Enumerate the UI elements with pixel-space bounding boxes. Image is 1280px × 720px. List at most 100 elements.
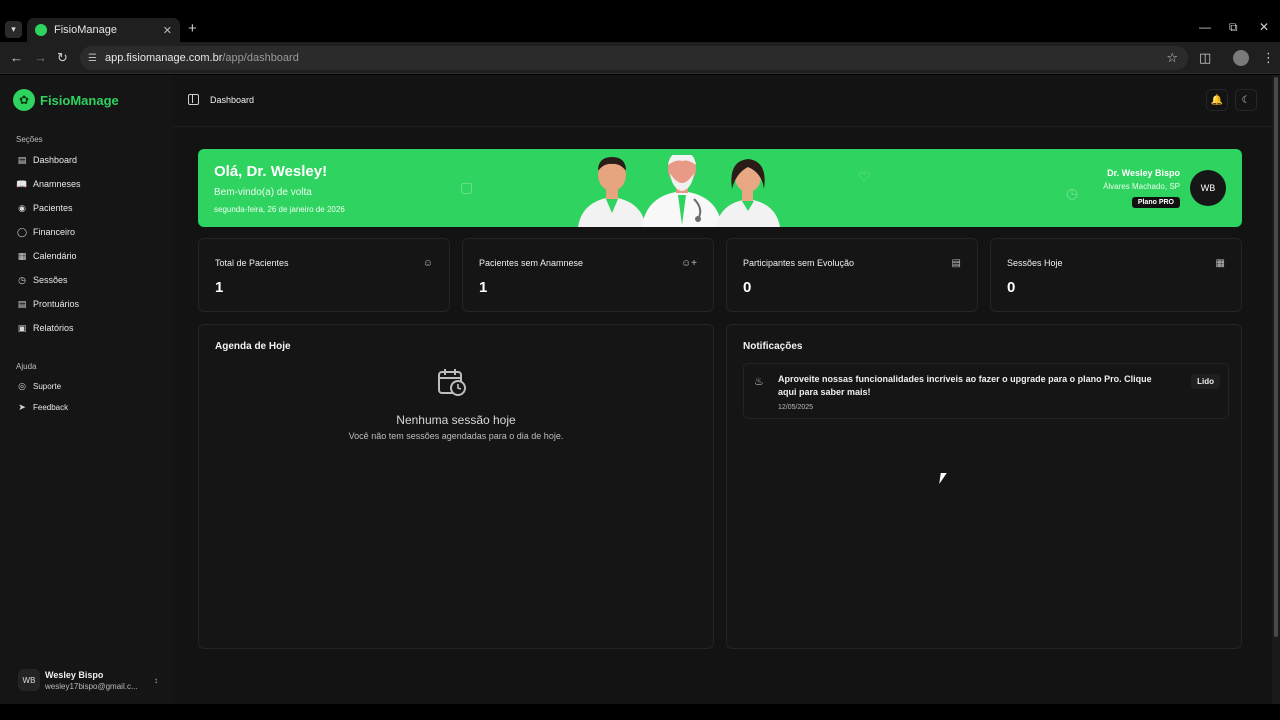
- profile-avatar[interactable]: [1233, 50, 1249, 66]
- welcome-text: Bem-vindo(a) de volta: [214, 187, 312, 198]
- dashboard-icon: ▤: [17, 154, 27, 165]
- welcome-banner: ▢ ♡ ◷ Olá, Dr. Wesley! Bem-vindo(a) de v…: [198, 149, 1242, 227]
- doctor-location: Álvares Machado, SP: [1103, 182, 1180, 191]
- stat-card-sem-anamnese: Pacientes sem Anamnese ☺+ 1: [462, 238, 714, 312]
- site-info-icon[interactable]: ☰: [88, 53, 97, 64]
- bell-icon: ♨: [754, 376, 764, 388]
- notifications-bell-button[interactable]: 🔔: [1206, 89, 1228, 111]
- document-icon: ▤: [17, 298, 27, 309]
- money-icon: ◯: [16, 226, 28, 237]
- tab-search-button[interactable]: ▾: [5, 21, 22, 38]
- sidebar-item-pacientes[interactable]: ◉ Pacientes: [16, 200, 72, 216]
- stat-card-total-pacientes: Total de Pacientes ☺ 1: [198, 238, 450, 312]
- back-icon[interactable]: ←: [10, 50, 23, 65]
- bookmark-star-icon[interactable]: ☆: [1166, 50, 1178, 66]
- user-info: Wesley Bispo wesley17bispo@gmail.c...: [45, 670, 154, 691]
- url-host: app.fisiomanage.com.br: [104, 52, 223, 64]
- page-scrollbar[interactable]: [1272, 75, 1280, 704]
- agenda-panel: Agenda de Hoje Nenhuma sessão hoje Você …: [198, 324, 714, 649]
- maximize-icon[interactable]: ⧉: [1229, 20, 1238, 35]
- plan-badge: Plano PRO: [1131, 197, 1180, 208]
- theme-toggle-button[interactable]: ☾: [1235, 89, 1257, 111]
- sidebar-item-label: Suporte: [33, 381, 62, 391]
- browser-toolbar: ← → ↻ ☰ app.fisiomanage.com.br/app/dashb…: [0, 42, 1280, 74]
- sidebar-item-calendario[interactable]: ▦ Calendário: [16, 248, 77, 264]
- calendar-clock-icon: ◷: [18, 274, 26, 285]
- send-icon: ➤: [18, 401, 26, 412]
- sidebar-item-prontuarios[interactable]: ▤ Prontuários: [16, 296, 79, 312]
- decor-icon: ▢: [460, 179, 474, 195]
- bottom-strip: [0, 704, 1280, 720]
- sidebar-item-label: Calendário: [33, 251, 77, 261]
- scrollbar-thumb[interactable]: [1274, 77, 1278, 637]
- notification-message[interactable]: Aproveite nossas funcionalidades incríve…: [778, 373, 1158, 399]
- decor-bell-icon: ♡: [858, 169, 871, 185]
- doctors-illustration: [578, 155, 780, 227]
- stat-label: Pacientes sem Anamnese: [479, 258, 584, 268]
- chevron-up-down-icon: ↕: [154, 675, 158, 685]
- user-plus-icon: ☺+: [680, 258, 697, 269]
- book-icon: 📖: [16, 178, 28, 189]
- stat-card-sem-evolucao: Participantes sem Evolução ▤ 0: [726, 238, 978, 312]
- close-window-icon[interactable]: ✕: [1259, 20, 1269, 34]
- stat-card-sessoes-hoje: Sessões Hoje ▦ 0: [990, 238, 1242, 312]
- sidebar-item-anamneses[interactable]: 📖 Anamneses: [16, 176, 81, 192]
- sidebar-toggle-icon[interactable]: [188, 94, 199, 105]
- favicon-icon: [35, 24, 47, 36]
- notifications-title: Notificações: [743, 341, 803, 352]
- logo-icon: ✿: [13, 89, 35, 111]
- stat-label: Sessões Hoje: [1007, 258, 1063, 268]
- extensions-icon[interactable]: ◫: [1199, 50, 1211, 66]
- sidebar-item-label: Relatórios: [33, 323, 74, 333]
- sidebar-item-label: Financeiro: [33, 227, 76, 237]
- tab-title: FisioManage: [54, 24, 117, 36]
- current-date: segunda-feira, 26 de janeiro de 2026: [214, 205, 345, 214]
- address-bar[interactable]: ☰ app.fisiomanage.com.br/app/dashboard ☆: [80, 46, 1188, 70]
- notification-item[interactable]: ♨ Aproveite nossas funcionalidades incrí…: [743, 363, 1229, 419]
- stat-value: 1: [215, 279, 224, 296]
- sidebar-item-label: Sessões: [33, 275, 68, 285]
- sidebar-item-label: Feedback: [33, 402, 69, 412]
- new-tab-button[interactable]: +: [188, 20, 197, 37]
- browser-menu-icon[interactable]: ⋮: [1262, 50, 1275, 66]
- sidebar-item-suporte[interactable]: ◎ Suporte: [16, 378, 61, 394]
- notification-date: 12/05/2025: [778, 404, 814, 411]
- sidebar-item-dashboard[interactable]: ▤ Dashboard: [16, 152, 77, 168]
- close-tab-icon[interactable]: ✕: [163, 24, 172, 37]
- lifebuoy-icon: ◎: [18, 380, 26, 391]
- report-icon: ▣: [17, 322, 27, 333]
- minimize-icon[interactable]: —: [1199, 20, 1211, 34]
- sidebar-item-relatorios[interactable]: ▣ Relatórios: [16, 320, 74, 336]
- help-heading: Ajuda: [16, 362, 37, 371]
- decor-clock-icon: ◷: [1066, 185, 1079, 201]
- app-logo[interactable]: ✿ FisioManage: [13, 89, 119, 111]
- sidebar-item-label: Dashboard: [33, 155, 78, 165]
- top-header: Dashboard 🔔 ☾: [172, 75, 1272, 127]
- stat-value: 0: [1007, 279, 1016, 296]
- sidebar-item-financeiro[interactable]: ◯ Financeiro: [16, 224, 75, 240]
- file-icon: ▤: [951, 258, 961, 269]
- sections-heading: Seções: [16, 135, 43, 144]
- empty-state-title: Nenhuma sessão hoje: [396, 413, 516, 427]
- users-icon: ◉: [18, 202, 26, 213]
- reload-icon[interactable]: ↻: [57, 50, 68, 66]
- stat-label: Participantes sem Evolução: [743, 258, 855, 268]
- empty-state-text: Você não tem sessões agendadas para o di…: [348, 431, 564, 441]
- stat-value: 1: [479, 279, 488, 296]
- sidebar-item-sessoes[interactable]: ◷ Sessões: [16, 272, 68, 288]
- doctor-name: Dr. Wesley Bispo: [1107, 168, 1180, 178]
- browser-tab-bar: ▾ FisioManage ✕ + — ⧉ ✕: [0, 0, 1280, 42]
- app-name: FisioManage: [40, 92, 119, 108]
- calendar-icon: ▦: [17, 250, 27, 261]
- calendar-clock-icon: [438, 369, 466, 396]
- forward-icon[interactable]: →: [34, 50, 47, 65]
- app-root: ✿ FisioManage Seções ▤ Dashboard 📖 Anamn…: [0, 75, 1272, 704]
- sidebar: ✿ FisioManage Seções ▤ Dashboard 📖 Anamn…: [0, 75, 172, 704]
- browser-tab[interactable]: FisioManage ✕: [27, 18, 180, 42]
- sidebar-item-label: Anamneses: [33, 179, 81, 189]
- avatar[interactable]: WB: [1190, 170, 1226, 206]
- mark-read-button[interactable]: Lido: [1191, 374, 1220, 389]
- sidebar-item-feedback[interactable]: ➤ Feedback: [16, 399, 68, 415]
- user-menu[interactable]: WB Wesley Bispo wesley17bispo@gmail.c...…: [18, 665, 158, 695]
- stat-label: Total de Pacientes: [215, 258, 289, 268]
